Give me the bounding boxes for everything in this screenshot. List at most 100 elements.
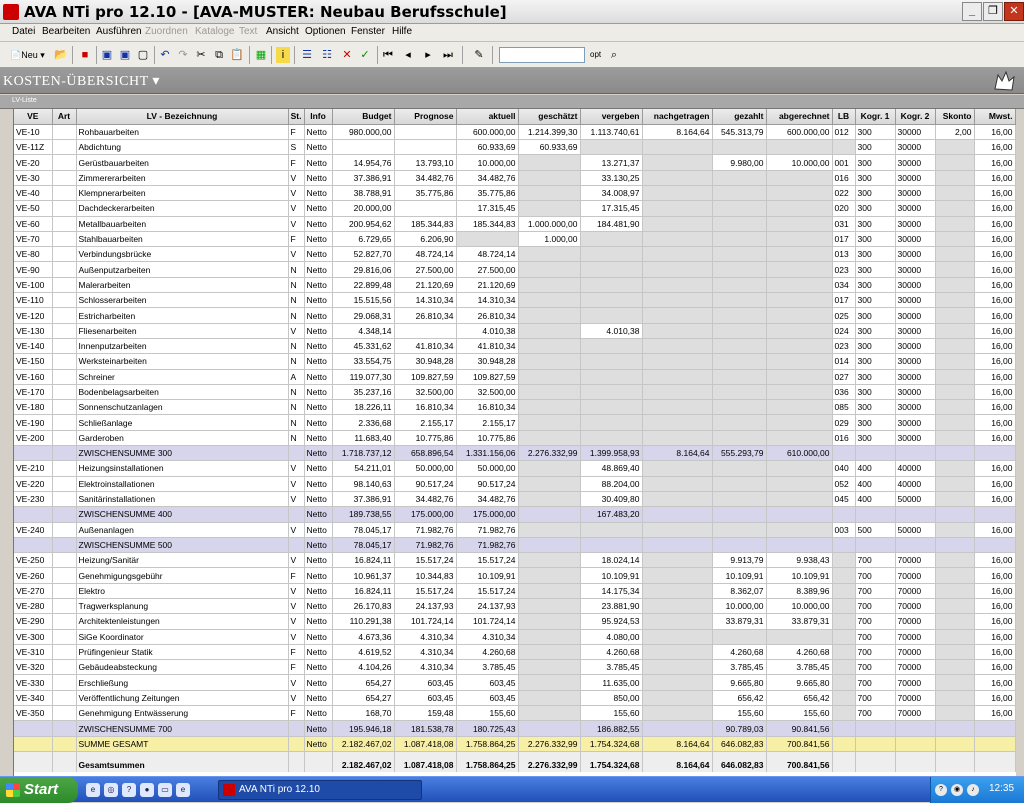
cell-vergeben[interactable] — [580, 261, 643, 278]
cell-aktuell[interactable]: 109.827,59 — [456, 369, 519, 385]
cell-art[interactable] — [52, 445, 77, 462]
cell-gezahlt[interactable] — [712, 399, 767, 416]
cell-kogr2[interactable]: 30000 — [895, 399, 936, 416]
cell-nachgetragen[interactable] — [642, 323, 713, 339]
cell-ve[interactable]: VE-90 — [14, 261, 53, 278]
cell-st[interactable]: V — [288, 690, 305, 707]
cell-nachgetragen[interactable] — [642, 292, 713, 309]
col-header-budget[interactable]: Budget — [332, 109, 395, 125]
cell-geschaetzt[interactable] — [518, 598, 581, 615]
cell-info[interactable]: Netto — [304, 139, 333, 156]
cell-skonto[interactable] — [935, 277, 975, 294]
cell-ve[interactable]: VE-310 — [14, 644, 53, 661]
open-red-folder-icon[interactable]: ■ — [78, 47, 92, 63]
cell-skonto[interactable] — [935, 690, 975, 707]
cell-kogr2[interactable]: 70000 — [895, 705, 936, 722]
table-row[interactable]: VE-110 Schlosserarbeiten N Netto 15.515,56 14… — [14, 292, 1016, 309]
cell-skonto[interactable] — [935, 353, 975, 370]
cell-skonto[interactable] — [935, 445, 975, 462]
cell-lb[interactable]: 016 — [832, 170, 856, 186]
cell-ve[interactable]: VE-110 — [14, 292, 53, 309]
cell-nachgetragen[interactable] — [642, 705, 713, 722]
cell-abgerechnet[interactable] — [766, 506, 833, 523]
cell-vergeben[interactable]: 4.260,68 — [580, 644, 643, 661]
cell-geschaetzt[interactable] — [518, 552, 581, 569]
cell-ve[interactable] — [14, 445, 53, 462]
cell-geschaetzt[interactable] — [518, 674, 581, 691]
cell-bez[interactable]: Prüfingenieur Statik — [76, 644, 289, 661]
table-row[interactable]: VE-220 Elektroinstallationen V Netto 98.140,… — [14, 476, 1016, 492]
cell-art[interactable] — [52, 644, 77, 661]
next-record-icon[interactable]: ▸ — [422, 47, 434, 63]
cell-skonto[interactable] — [935, 460, 975, 477]
cell-aktuell[interactable]: 41.810,34 — [456, 338, 519, 355]
cell-kogr2[interactable]: 30000 — [895, 185, 936, 202]
cell-info[interactable]: Netto — [304, 598, 333, 615]
cell-kogr2[interactable] — [895, 736, 936, 752]
cell-art[interactable] — [52, 613, 77, 630]
cell-kogr2[interactable]: 30000 — [895, 170, 936, 186]
cell-st[interactable]: V — [288, 476, 305, 492]
cell-art[interactable] — [52, 720, 77, 737]
cell-geschaetzt[interactable] — [518, 261, 581, 278]
cell-mwst[interactable] — [974, 720, 1016, 737]
table-row[interactable]: VE-270 Elektro V Netto 16.824,11 15.517,24 15.… — [14, 583, 1016, 600]
cell-prognose[interactable]: 1.087.418,08 — [394, 736, 457, 752]
cell-abgerechnet[interactable] — [766, 629, 833, 645]
cell-kogr2[interactable]: 30000 — [895, 292, 936, 309]
cell-st[interactable]: N — [288, 384, 305, 401]
cell-gezahlt[interactable]: 10.000,00 — [712, 598, 767, 615]
cell-kogr2[interactable]: 30000 — [895, 323, 936, 339]
cell-info[interactable]: Netto — [304, 613, 333, 630]
cell-info[interactable]: Netto — [304, 430, 333, 447]
col-header-geschaetzt[interactable]: geschätzt — [518, 109, 581, 125]
cell-prognose[interactable]: 4.310,34 — [394, 644, 457, 661]
cell-st[interactable]: V — [288, 629, 305, 645]
cell-gezahlt[interactable] — [712, 491, 767, 508]
cell-prognose[interactable]: 15.517,24 — [394, 583, 457, 600]
cell-kogr2[interactable] — [895, 537, 936, 554]
cell-geschaetzt[interactable] — [518, 613, 581, 630]
cell-aktuell[interactable]: 34.482,76 — [456, 170, 519, 186]
cell-prognose[interactable]: 24.137,93 — [394, 598, 457, 615]
cell-mwst[interactable]: 16,00 — [974, 261, 1016, 278]
lv-grid[interactable]: VE Art LV - Bezeichnung St. Info Budget … — [13, 109, 1016, 776]
cell-skonto[interactable] — [935, 231, 975, 248]
cell-aktuell[interactable]: 71.982,76 — [456, 522, 519, 538]
cell-st[interactable]: A — [288, 369, 305, 385]
quicklaunch-help-icon[interactable]: ? — [122, 783, 136, 797]
cell-kogr2[interactable]: 30000 — [895, 414, 936, 431]
cell-aktuell[interactable]: 71.982,76 — [456, 537, 519, 554]
cell-gezahlt[interactable] — [712, 384, 767, 401]
wand-icon[interactable]: ✎ — [472, 47, 486, 63]
cell-lb[interactable] — [832, 644, 856, 661]
cell-skonto[interactable] — [935, 598, 975, 615]
cell-st[interactable] — [288, 736, 305, 752]
cell-mwst[interactable]: 16,00 — [974, 246, 1016, 263]
quicklaunch-ie-icon[interactable]: e — [176, 783, 190, 797]
cell-budget[interactable]: 78.045,17 — [332, 537, 395, 554]
cell-gezahlt[interactable] — [712, 338, 767, 355]
cell-ve[interactable]: VE-120 — [14, 307, 53, 324]
new-button[interactable]: 📄Neu ▾ — [10, 47, 45, 63]
cell-bez[interactable]: SiGe Koordinator — [76, 629, 289, 645]
cell-gezahlt[interactable] — [712, 460, 767, 477]
cell-nachgetragen[interactable]: 8.164,64 — [642, 124, 713, 141]
cell-info[interactable]: Netto — [304, 674, 333, 691]
cell-abgerechnet[interactable]: 10.000,00 — [766, 154, 833, 171]
menu-kataloge[interactable]: Kataloge — [195, 26, 234, 37]
cell-prognose[interactable]: 16.810,34 — [394, 399, 457, 416]
cell-st[interactable]: F — [288, 154, 305, 171]
cell-nachgetragen[interactable] — [642, 185, 713, 202]
cell-kogr1[interactable]: 300 — [855, 307, 896, 324]
cell-ve[interactable]: VE-240 — [14, 522, 53, 538]
cell-mwst[interactable]: 16,00 — [974, 277, 1016, 294]
cell-skonto[interactable] — [935, 338, 975, 355]
cell-st[interactable]: N — [288, 338, 305, 355]
table-row[interactable]: VE-130 Fliesenarbeiten V Netto 4.348,14 4.010… — [14, 323, 1016, 339]
menu-ansicht[interactable]: Ansicht — [266, 26, 299, 37]
copy-icon[interactable]: ⧉ — [212, 47, 226, 63]
cell-geschaetzt[interactable] — [518, 690, 581, 707]
cut-icon[interactable]: ✂ — [194, 47, 208, 63]
cell-ve[interactable]: VE-20 — [14, 154, 53, 171]
